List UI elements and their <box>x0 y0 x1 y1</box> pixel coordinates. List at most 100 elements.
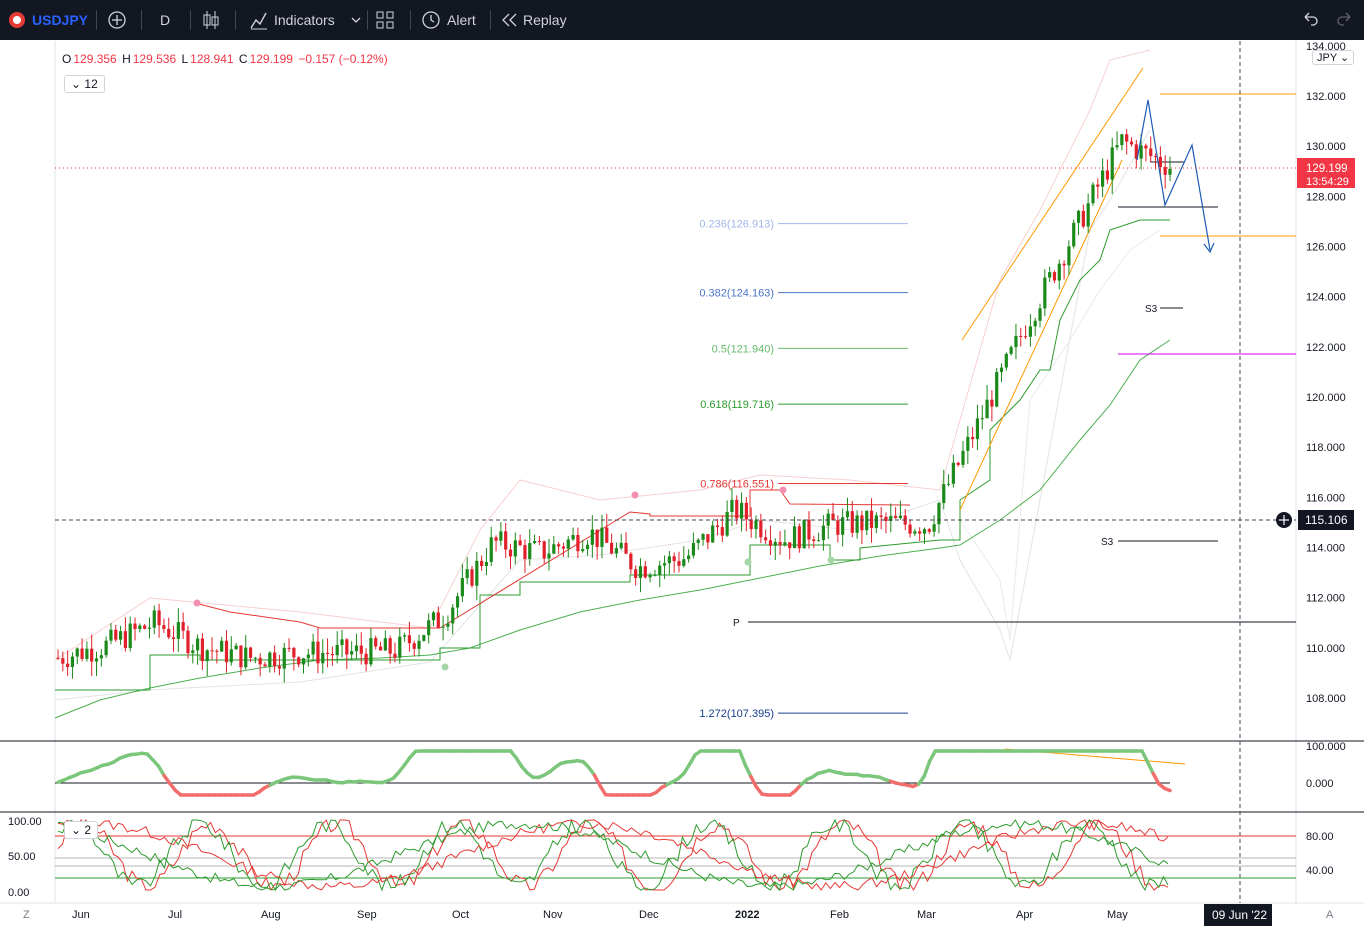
candle-body <box>764 537 768 541</box>
compare-add-icon[interactable] <box>107 0 127 40</box>
candle-body <box>662 563 667 566</box>
crosshair-price-value: 115.106 <box>1305 513 1348 527</box>
candle-body <box>1052 272 1057 281</box>
candle-body <box>451 607 455 624</box>
time-axis-label: Jul <box>168 909 182 921</box>
change-value: −0.157 (−0.12%) <box>298 52 388 66</box>
candle-body <box>152 610 156 628</box>
candle-body <box>407 635 412 644</box>
legend-collapse-toggle[interactable]: ⌄ 12 <box>64 75 105 93</box>
auto-scale-a-button[interactable]: A <box>1326 909 1334 921</box>
candle-body <box>340 639 344 645</box>
indicators-chevron-down-icon[interactable] <box>350 0 362 40</box>
alert-clock-icon[interactable] <box>421 0 441 40</box>
candle-body <box>499 531 503 541</box>
candle-body <box>932 524 936 532</box>
currency-select[interactable]: JPY ⌄ <box>1312 50 1355 65</box>
candle-body <box>205 650 209 662</box>
candle-body <box>70 656 75 667</box>
alert-button[interactable]: Alert <box>447 0 476 40</box>
candle-body <box>537 541 541 543</box>
osc2-legend-count: 2 <box>84 823 92 837</box>
indicators-button[interactable]: Indicators <box>274 0 335 40</box>
oscillator-1-pane[interactable]: 100.000 0.000 <box>55 741 1346 797</box>
fib-levels-group[interactable]: 0.236(126.913) 0.382(124.163) 0.5(121.940)… <box>699 219 908 721</box>
candle-body <box>325 652 330 654</box>
candle-body <box>422 635 426 641</box>
auto-scale-z-button[interactable]: Z <box>23 909 30 921</box>
signal-dot <box>631 491 639 499</box>
high-value: 129.536 <box>132 52 177 66</box>
osc2-left-axis-50: 50.00 <box>8 851 36 863</box>
candle-body <box>258 657 262 665</box>
currency-value: JPY <box>1317 52 1337 64</box>
chevron-down-icon: ⌄ <box>71 77 82 91</box>
candle-body <box>874 515 878 528</box>
candle-body <box>104 640 108 656</box>
price-axis-label: 128.000 <box>1306 191 1346 203</box>
candle-body <box>1081 210 1085 227</box>
candle-body <box>783 542 787 546</box>
candle-body <box>292 647 296 658</box>
pivot-s3-lower-label: S3 <box>1101 537 1114 548</box>
replay-rewind-icon[interactable] <box>500 0 518 40</box>
candle-body <box>600 527 604 547</box>
symbol-flag-icon <box>8 0 26 40</box>
candle-body <box>455 596 460 608</box>
candle-body <box>90 648 94 662</box>
candle-body <box>788 542 792 549</box>
candles-group <box>56 129 1172 683</box>
interval-button[interactable]: D <box>160 0 170 40</box>
candle-body <box>547 553 551 559</box>
chart-area[interactable]: P S3 S3 0.236(126.913) 0.382(124.163) 0.5(… <box>0 40 1364 931</box>
indicators-icon[interactable] <box>249 0 269 40</box>
oscillator-2-pane[interactable]: 80.00 40.00 100.00 50.00 0.00 <box>8 816 1334 899</box>
time-axis-label: Sep <box>357 909 377 921</box>
price-axis[interactable]: 134.000132.000130.000128.000126.000124.0… <box>1306 41 1346 705</box>
candles-chart-type-icon[interactable] <box>202 0 220 40</box>
candle-body <box>576 534 580 552</box>
candle-body <box>1139 145 1143 159</box>
price-axis-label: 120.000 <box>1306 392 1346 404</box>
candle-body <box>975 418 980 440</box>
candle-body <box>282 647 286 669</box>
crosshair-price-tag: 115.106 <box>1276 510 1354 530</box>
candle-body <box>898 515 903 519</box>
time-axis-label: Oct <box>452 909 469 921</box>
projection-path[interactable] <box>1136 99 1211 251</box>
replay-button[interactable]: Replay <box>523 0 567 40</box>
candle-body <box>268 652 272 667</box>
candle-body <box>715 525 720 528</box>
candle-body <box>518 540 522 546</box>
chevron-down-icon: ⌄ <box>1340 52 1350 64</box>
candle-body <box>1019 335 1023 337</box>
layout-grid-icon[interactable] <box>376 0 394 40</box>
candle-body <box>744 502 748 520</box>
time-axis-label: Jun <box>72 909 90 921</box>
divider <box>141 10 142 30</box>
candle-body <box>1076 210 1081 223</box>
symbol-button[interactable]: USDJPY <box>32 0 88 40</box>
candle-body <box>749 519 753 530</box>
candle-body <box>1091 184 1095 204</box>
candle-body <box>306 654 310 659</box>
candle-body <box>1038 308 1042 321</box>
time-axis[interactable]: Jun Jul Aug Sep Oct Nov Dec 2022 Feb Mar Apr May <box>72 909 1128 921</box>
pivot-s3-upper-label: S3 <box>1145 304 1158 315</box>
envelope-bands <box>54 49 1161 701</box>
candle-body <box>571 534 575 540</box>
fib-level-label: 0.382(124.163) <box>699 288 774 300</box>
candle-body <box>263 664 267 667</box>
candle-body <box>167 628 171 638</box>
divider <box>410 10 411 30</box>
candle-body <box>1086 203 1090 227</box>
channel-upper-line[interactable] <box>961 67 1144 341</box>
candle-body <box>816 540 821 542</box>
redo-icon[interactable] <box>1336 0 1354 40</box>
undo-icon[interactable] <box>1301 0 1319 40</box>
osc2-legend-toggle[interactable]: ⌄ 2 <box>64 821 99 839</box>
candle-body <box>653 574 657 576</box>
high-label: H <box>122 52 131 66</box>
candle-body <box>619 542 623 549</box>
candle-body <box>234 645 238 650</box>
